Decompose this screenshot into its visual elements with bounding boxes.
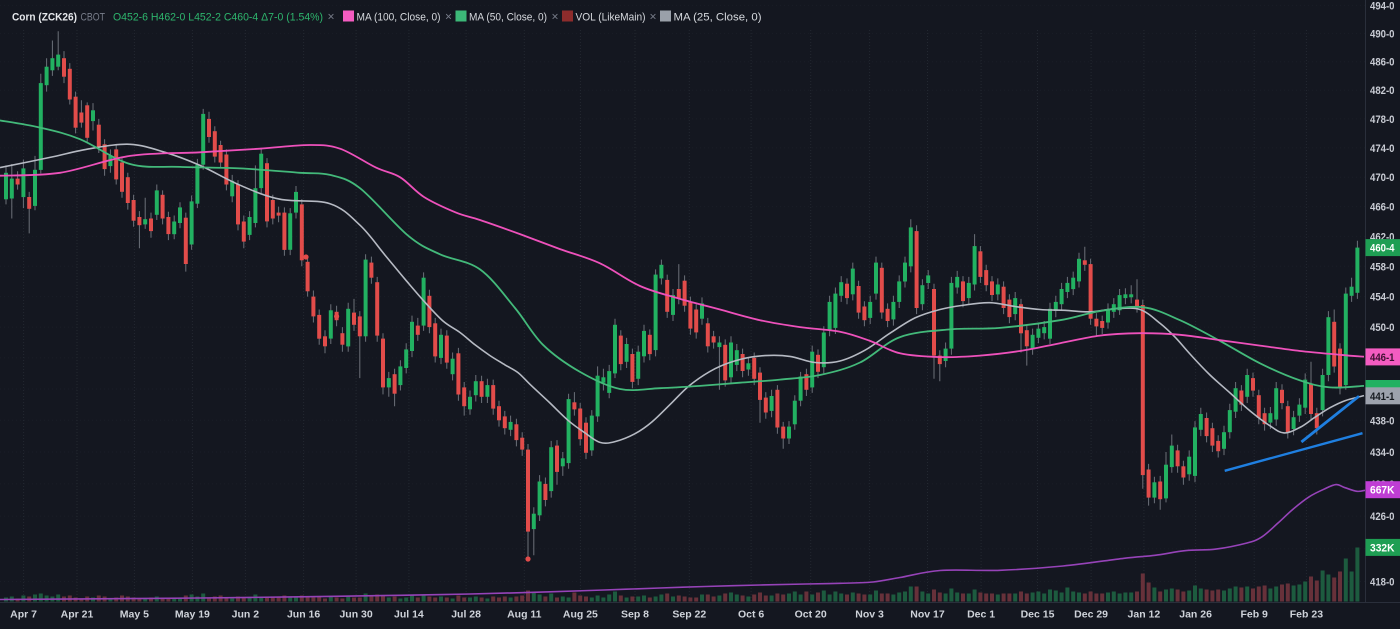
- svg-text:490-0: 490-0: [1370, 28, 1395, 40]
- svg-text:Dec 1: Dec 1: [967, 609, 995, 621]
- svg-text:Jun 30: Jun 30: [339, 609, 372, 621]
- svg-text:460-4: 460-4: [1370, 243, 1395, 255]
- svg-text:454-0: 454-0: [1370, 292, 1395, 304]
- svg-text:446-1: 446-1: [1370, 352, 1395, 364]
- svg-text:Jan 12: Jan 12: [1128, 609, 1161, 621]
- svg-text:MA (25, Close, 0): MA (25, Close, 0): [674, 12, 762, 24]
- svg-text:Sep 8: Sep 8: [621, 609, 649, 621]
- svg-text:×: ×: [649, 10, 656, 24]
- svg-text:Feb 23: Feb 23: [1290, 609, 1323, 621]
- svg-text:426-0: 426-0: [1370, 511, 1395, 523]
- svg-text:458-0: 458-0: [1370, 261, 1395, 273]
- svg-text:Nov 3: Nov 3: [855, 609, 884, 621]
- svg-text:667K: 667K: [1370, 485, 1395, 497]
- svg-text:494-0: 494-0: [1370, 0, 1395, 12]
- svg-text:Jun 16: Jun 16: [287, 609, 320, 621]
- svg-text:Aug 11: Aug 11: [507, 609, 542, 621]
- svg-text:×: ×: [551, 10, 558, 24]
- svg-text:Feb 9: Feb 9: [1240, 609, 1268, 621]
- svg-text:Sep 22: Sep 22: [672, 609, 706, 621]
- svg-text:Apr 21: Apr 21: [61, 609, 94, 621]
- svg-text:Jul 14: Jul 14: [394, 609, 424, 621]
- svg-text:Aug 25: Aug 25: [563, 609, 598, 621]
- svg-text:MA (100, Close, 0): MA (100, Close, 0): [357, 12, 441, 24]
- svg-text:Jul 28: Jul 28: [451, 609, 481, 621]
- svg-text:Jun 2: Jun 2: [232, 609, 260, 621]
- svg-text:May 5: May 5: [120, 609, 149, 621]
- svg-text:CBOT: CBOT: [81, 12, 106, 24]
- svg-text:418-0: 418-0: [1370, 577, 1395, 589]
- svg-text:450-0: 450-0: [1370, 322, 1395, 334]
- svg-text:Oct 6: Oct 6: [738, 609, 764, 621]
- svg-text:486-0: 486-0: [1370, 57, 1395, 69]
- svg-text:478-0: 478-0: [1370, 114, 1395, 126]
- svg-text:470-0: 470-0: [1370, 172, 1395, 184]
- svg-text:Oct 20: Oct 20: [795, 609, 827, 621]
- svg-text:Dec 29: Dec 29: [1074, 609, 1108, 621]
- svg-text:×: ×: [445, 10, 452, 24]
- svg-text:332K: 332K: [1370, 542, 1395, 554]
- svg-text:466-0: 466-0: [1370, 202, 1395, 214]
- svg-text:VOL (LikeMain): VOL (LikeMain): [576, 12, 646, 24]
- svg-text:Dec 15: Dec 15: [1021, 609, 1055, 621]
- svg-text:482-0: 482-0: [1370, 85, 1395, 97]
- svg-text:May 19: May 19: [175, 609, 210, 621]
- svg-text:474-0: 474-0: [1370, 143, 1395, 155]
- svg-text:Apr 7: Apr 7: [10, 609, 37, 621]
- svg-text:×: ×: [327, 10, 334, 24]
- svg-text:438-0: 438-0: [1370, 415, 1395, 427]
- svg-text:Corn (ZCK26): Corn (ZCK26): [12, 12, 77, 24]
- svg-text:MA (50, Close, 0): MA (50, Close, 0): [469, 12, 547, 24]
- svg-text:434-0: 434-0: [1370, 447, 1395, 459]
- svg-text:O452-6 H462-0 L452-2 C460-4 Δ7: O452-6 H462-0 L452-2 C460-4 Δ7-0 (1.54%): [113, 12, 323, 24]
- svg-text:Nov 17: Nov 17: [910, 609, 945, 621]
- svg-text:441-1: 441-1: [1370, 391, 1395, 403]
- svg-text:Jan 26: Jan 26: [1179, 609, 1212, 621]
